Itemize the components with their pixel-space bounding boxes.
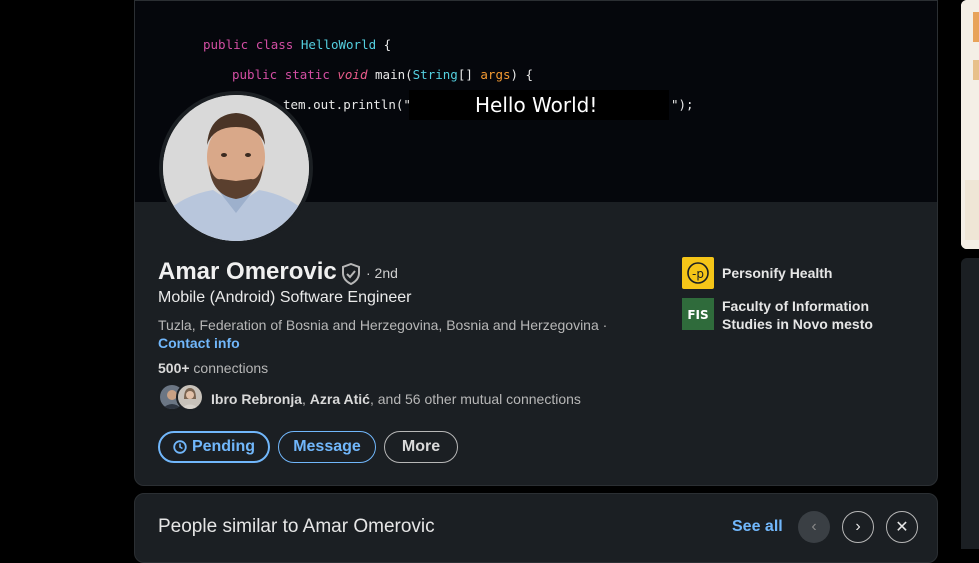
connection-degree: · 2nd <box>366 265 398 281</box>
pending-label: Pending <box>191 438 256 455</box>
profile-headline: Mobile (Android) Software Engineer <box>158 289 412 306</box>
mutual-connections[interactable]: Ibro Rebronja, Azra Atić, and 56 other m… <box>211 391 581 407</box>
carousel-prev-button[interactable]: ‹ <box>798 511 830 543</box>
svg-text:FIS: FIS <box>687 308 708 322</box>
profile-location: Tuzla, Federation of Bosnia and Herzegov… <box>158 317 608 333</box>
profile-card: public class HelloWorld { public static … <box>134 0 938 486</box>
verified-shield-icon[interactable] <box>341 263 361 285</box>
close-icon: ✕ <box>895 519 909 536</box>
fis-logo[interactable]: FIS <box>682 298 714 330</box>
more-button[interactable]: More <box>384 431 458 463</box>
personify-health-logo[interactable]: -p <box>682 257 714 289</box>
code-line-1: public class HelloWorld { <box>203 37 392 52</box>
chevron-right-icon: › <box>855 518 861 535</box>
profile-avatar[interactable] <box>159 91 313 245</box>
mutual-avatar-2[interactable] <box>176 383 204 411</box>
see-all-link[interactable]: See all <box>732 518 783 536</box>
contact-info-link[interactable]: Contact info <box>158 335 240 351</box>
pending-button[interactable]: Pending <box>158 431 270 463</box>
people-similar-title: People similar to Amar Omerovic <box>158 516 435 537</box>
profile-name: Amar Omerovic <box>158 258 337 285</box>
org-personify-health[interactable]: Personify Health <box>722 264 832 282</box>
org-faculty-information-studies[interactable]: Faculty of Information Studies in Novo me… <box>722 297 873 333</box>
svg-text:-p: -p <box>692 267 704 281</box>
right-side-card <box>961 0 979 249</box>
message-button[interactable]: Message <box>278 431 376 463</box>
carousel-next-button[interactable]: › <box>842 511 874 543</box>
dismiss-button[interactable]: ✕ <box>886 511 918 543</box>
right-side-card-2 <box>961 258 979 549</box>
chevron-left-icon: ‹ <box>811 518 817 535</box>
connections-count[interactable]: 500+ connections <box>158 360 268 376</box>
people-similar-section: People similar to Amar Omerovic See all … <box>134 493 938 563</box>
hello-world-text: Hello World! <box>409 90 669 120</box>
code-line-3: tem.out.println(" <box>283 97 411 112</box>
code-line-2: public static void main(String[] args) { <box>232 67 534 82</box>
clock-icon <box>173 440 187 454</box>
code-line-3-end: "); <box>671 97 694 112</box>
